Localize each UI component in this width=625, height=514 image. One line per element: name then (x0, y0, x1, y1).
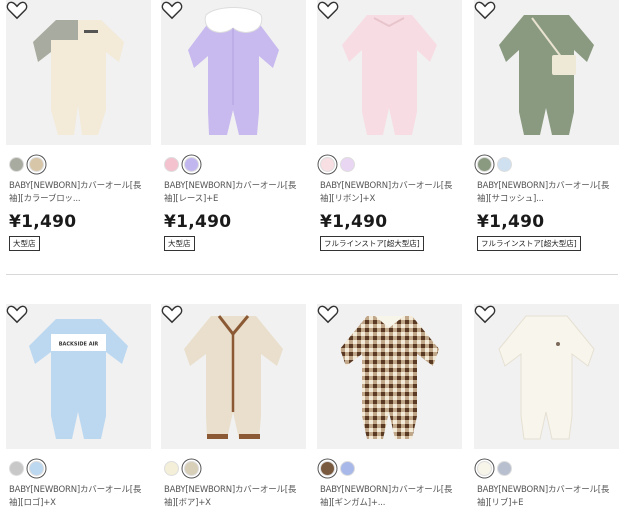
color-swatch[interactable] (164, 460, 179, 476)
product-name[interactable]: BABY[NEWBORN]カバーオール[長 袖][ギンガム]+... (320, 484, 470, 510)
color-swatch[interactable] (320, 156, 335, 172)
product-name[interactable]: BABY[NEWBORN]カバーオール[長 袖][リブ]+E (477, 484, 625, 510)
color-swatches (9, 459, 44, 477)
color-swatch[interactable] (340, 460, 355, 476)
favorite-heart-icon[interactable] (474, 304, 496, 324)
product-image[interactable]: BACKSIDE AIR (6, 304, 151, 449)
color-swatches (477, 155, 512, 173)
product-row-1: BABY[NEWBORN]カバーオール[長 袖][カラーブロッ... ¥1,490… (0, 0, 625, 251)
store-tag: 大型店 (164, 236, 195, 251)
product-price: ¥1,490 (320, 212, 388, 232)
favorite-heart-icon[interactable] (474, 0, 496, 20)
product-row-2: BACKSIDE AIR BABY[NEWBORN]カバーオール[長 袖][ロゴ]… (0, 304, 625, 514)
product-name[interactable]: BABY[NEWBORN]カバーオール[長 袖][レース]+E (164, 180, 314, 206)
store-tag: フルラインストア[超大型店] (477, 236, 581, 251)
product-image[interactable] (161, 304, 306, 449)
product-name[interactable]: BABY[NEWBORN]カバーオール[長 袖][サコッシュ]... (477, 180, 625, 206)
product-name[interactable]: BABY[NEWBORN]カバーオール[長 袖][カラーブロッ... (9, 180, 159, 206)
favorite-heart-icon[interactable] (161, 0, 183, 20)
color-swatch[interactable] (477, 460, 492, 476)
color-swatch[interactable] (29, 156, 44, 172)
product-name[interactable]: BABY[NEWBORN]カバーオール[長 袖][リボン]+X (320, 180, 470, 206)
product-price: ¥1,490 (164, 212, 232, 232)
product-price: ¥1,490 (477, 212, 545, 232)
product-name[interactable]: BABY[NEWBORN]カバーオール[長 袖][ボア]+X (164, 484, 314, 510)
favorite-heart-icon[interactable] (161, 304, 183, 324)
product-image[interactable] (6, 0, 151, 145)
row-divider (6, 274, 618, 275)
color-swatch[interactable] (164, 156, 179, 172)
color-swatch[interactable] (320, 460, 335, 476)
product-name[interactable]: BABY[NEWBORN]カバーオール[長 袖][ロゴ]+X (9, 484, 159, 510)
favorite-heart-icon[interactable] (317, 0, 339, 20)
color-swatch[interactable] (497, 460, 512, 476)
color-swatch[interactable] (340, 156, 355, 172)
store-tag: フルラインストア[超大型店] (320, 236, 424, 251)
color-swatch[interactable] (29, 460, 44, 476)
color-swatch[interactable] (9, 460, 24, 476)
color-swatches (320, 459, 355, 477)
color-swatch[interactable] (497, 156, 512, 172)
color-swatches (477, 459, 512, 477)
logo-text: BACKSIDE AIR (59, 342, 99, 348)
product-image[interactable] (317, 0, 462, 145)
product-image[interactable] (474, 0, 619, 145)
color-swatches (164, 155, 199, 173)
favorite-heart-icon[interactable] (6, 304, 28, 324)
color-swatch[interactable] (184, 156, 199, 172)
product-price: ¥1,490 (9, 212, 77, 232)
favorite-heart-icon[interactable] (6, 0, 28, 20)
color-swatch[interactable] (9, 156, 24, 172)
color-swatches (9, 155, 44, 173)
color-swatches (164, 459, 199, 477)
product-image[interactable] (161, 0, 306, 145)
color-swatches (320, 155, 355, 173)
color-swatch[interactable] (477, 156, 492, 172)
color-swatch[interactable] (184, 460, 199, 476)
product-image[interactable] (474, 304, 619, 449)
product-image[interactable] (317, 304, 462, 449)
favorite-heart-icon[interactable] (317, 304, 339, 324)
store-tag: 大型店 (9, 236, 40, 251)
